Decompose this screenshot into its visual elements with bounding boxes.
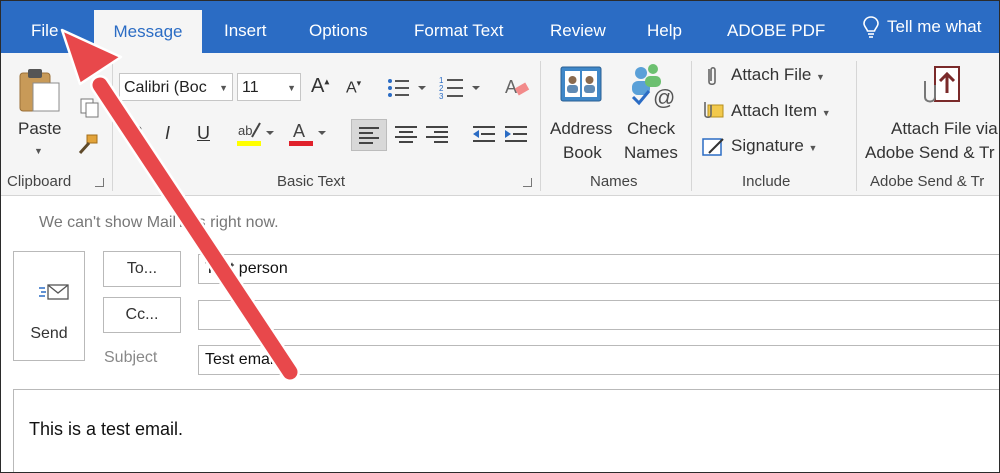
address-book-label-line2: Book (563, 143, 602, 162)
lightbulb-icon (863, 16, 879, 38)
address-book-icon (560, 66, 602, 102)
tab-insert[interactable]: Insert (224, 1, 267, 53)
signature-label: Signature ▼ (731, 136, 818, 155)
attach-item-icon (704, 102, 724, 119)
send-envelope-icon (39, 284, 69, 300)
align-left-button[interactable] (351, 119, 387, 151)
signature-icon (702, 138, 724, 156)
font-color-icon[interactable]: A (289, 119, 329, 149)
check-names-label-line2: Names (624, 143, 678, 162)
format-painter-icon[interactable] (75, 133, 101, 157)
subject-field[interactable]: Test email (198, 345, 999, 375)
align-right-icon[interactable] (422, 119, 452, 149)
basic-text-group-label: Basic Text (277, 173, 346, 190)
italic-button[interactable]: I (165, 123, 170, 144)
font-size-value: 11 (242, 79, 259, 96)
to-button[interactable]: To... (103, 251, 181, 287)
font-size-combo[interactable]: 11 ▼ (237, 73, 301, 101)
tab-review[interactable]: Review (550, 1, 606, 53)
ribbon-tab-bar: File Message Insert Options Format Text … (1, 1, 999, 53)
attach-file-label: Attach File ▼ (731, 65, 825, 84)
copy-icon[interactable] (79, 97, 101, 119)
ribbon: Paste ▼ Clipboard Calibri (Boc ▼ 11 ▼ A▴… (1, 53, 999, 196)
svg-text:A: A (293, 121, 305, 141)
bold-button[interactable]: B (130, 123, 143, 144)
cc-field[interactable] (198, 300, 999, 330)
message-body-text: This is a test email. (29, 419, 184, 439)
highlight-color-icon[interactable]: ab (237, 119, 277, 149)
tell-me-search[interactable]: Tell me what (863, 1, 981, 53)
numbering-icon[interactable]: 1 2 3 (439, 75, 483, 101)
paperclip-icon (708, 66, 716, 86)
tell-me-label: Tell me what (887, 17, 982, 36)
chevron-down-icon: ▼ (219, 83, 228, 93)
align-center-icon[interactable] (391, 119, 421, 149)
group-divider (112, 61, 113, 191)
tab-adobe-pdf[interactable]: ADOBE PDF (727, 1, 825, 53)
clear-formatting-icon[interactable]: A (504, 75, 530, 101)
cc-button[interactable]: Cc... (103, 297, 181, 333)
font-name-value: Calibri (Boc (124, 79, 207, 96)
attach-item-label: Attach Item ▼ (731, 101, 831, 120)
align-left-icon (359, 127, 379, 144)
svg-text:3: 3 (439, 92, 444, 101)
message-body[interactable]: This is a test email. (13, 389, 999, 472)
tab-help[interactable]: Help (647, 1, 682, 53)
adobe-group-label: Adobe Send & Tr (870, 173, 985, 190)
attach-via-adobe-label-line1: Attach File via (891, 119, 998, 138)
chevron-down-icon: ▼ (821, 108, 831, 118)
send-button[interactable]: Send (13, 251, 85, 361)
group-divider (540, 61, 541, 191)
names-group-label: Names (590, 173, 638, 190)
tab-message[interactable]: Message (94, 10, 202, 53)
chevron-down-icon: ▼ (808, 143, 818, 153)
svg-text:ab: ab (238, 123, 252, 138)
paste-label: Paste (18, 119, 62, 138)
chevron-down-icon: ▼ (816, 72, 825, 82)
tab-file[interactable]: File (31, 1, 58, 53)
to-field[interactable]: Test person (198, 254, 999, 284)
outlook-compose-window: File Message Insert Options Format Text … (0, 0, 1000, 473)
increase-indent-icon[interactable] (501, 119, 531, 149)
decrease-indent-icon[interactable] (469, 119, 499, 149)
address-book-label-line1: Address (550, 119, 613, 138)
check-names-icon: @ (631, 64, 675, 109)
tab-options[interactable]: Options (309, 1, 368, 53)
check-names-label-line1: Check (627, 119, 676, 138)
font-name-combo[interactable]: Calibri (Boc ▼ (119, 73, 233, 101)
shrink-font-icon[interactable]: A▾ (346, 78, 361, 97)
subject-label: Subject (104, 349, 158, 366)
group-divider (691, 61, 692, 191)
include-group-label: Include (742, 173, 791, 190)
bullets-icon[interactable] (387, 77, 427, 99)
clipboard-launcher-icon[interactable] (95, 178, 104, 187)
svg-text:@: @ (653, 85, 675, 109)
attach-via-adobe-label-line2: Adobe Send & Tr (865, 143, 995, 162)
mailtips-infobar: We can't show MailTips right now. (39, 214, 279, 231)
underline-button[interactable]: U (197, 123, 210, 144)
send-label: Send (30, 325, 68, 342)
svg-text:A: A (505, 77, 517, 97)
adobe-attach-icon (924, 66, 960, 103)
paste-icon (19, 69, 60, 112)
paste-dropdown-icon[interactable]: ▼ (34, 146, 43, 156)
clipboard-group-label: Clipboard (7, 173, 72, 190)
chevron-down-icon: ▼ (287, 83, 296, 93)
basic-text-launcher-icon[interactable] (523, 178, 532, 187)
group-divider (856, 61, 857, 191)
tab-format-text[interactable]: Format Text (414, 1, 503, 53)
grow-font-icon[interactable]: A▴ (311, 75, 329, 98)
